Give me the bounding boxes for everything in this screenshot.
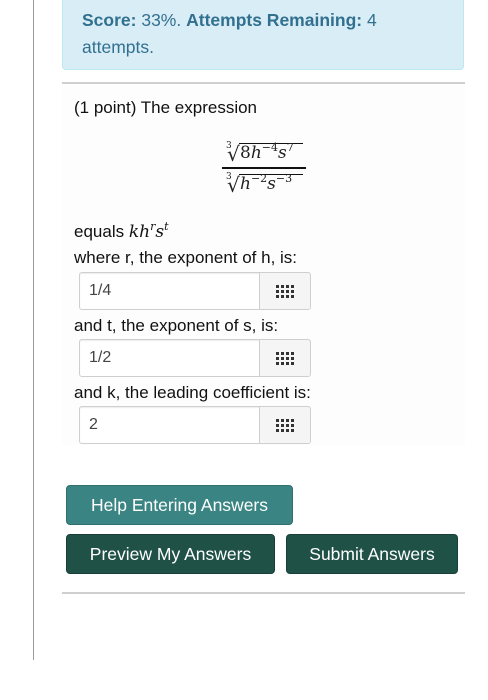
attempts-label: Attempts Remaining:: [186, 10, 363, 30]
grid-icon[interactable]: [276, 418, 294, 432]
left-border: [33, 0, 34, 660]
grid-icon[interactable]: [276, 284, 294, 298]
divider-bottom: [62, 592, 465, 594]
answer-form: khrst: [128, 220, 169, 242]
divider-top: [62, 82, 465, 84]
answer-k-value[interactable]: 2: [89, 416, 98, 434]
grid-icon[interactable]: [276, 351, 294, 365]
attempts-value: 4: [366, 10, 377, 30]
answer-r-value[interactable]: 1/4: [89, 282, 111, 300]
problem-intro: (1 point) The expression: [74, 98, 258, 117]
score-alert: Score: 33%. Attempts Remaining: 4 attemp…: [62, 0, 464, 70]
help-entering-answers-button[interactable]: Help Entering Answers: [66, 485, 293, 525]
question-t: and t, the exponent of s, is:: [74, 316, 279, 335]
denominator: 3 √ h−2s−3: [222, 171, 306, 197]
answer-t-value[interactable]: 1/2: [89, 349, 111, 367]
attempts-unit: attempts.: [82, 37, 154, 57]
score-value: 33%.: [141, 10, 182, 30]
answer-r-input[interactable]: 1/4: [79, 272, 311, 310]
denominator-radical-sign: √: [227, 172, 240, 197]
expression-fraction: 3 √ 8h−4s7 3 √ h−2s−3: [222, 140, 306, 197]
question-r: where r, the exponent of h, is:: [74, 248, 298, 267]
numerator-expression: 8h−4s7: [240, 141, 294, 163]
fraction-bar: [222, 167, 306, 169]
equation-editor-button-k[interactable]: [259, 407, 310, 443]
equals-line: equals khrst: [74, 220, 169, 242]
preview-answers-button[interactable]: Preview My Answers: [66, 534, 275, 574]
answer-k-input[interactable]: 2: [79, 406, 311, 444]
numerator: 3 √ 8h−4s7: [222, 140, 306, 166]
question-k: and k, the leading coefficient is:: [74, 383, 311, 402]
equation-editor-button-t[interactable]: [259, 340, 310, 376]
numerator-radical-sign: √: [227, 142, 240, 166]
equals-text: equals: [74, 222, 125, 241]
submit-answers-button[interactable]: Submit Answers: [286, 534, 458, 574]
equation-editor-button-r[interactable]: [259, 273, 310, 309]
answer-t-input[interactable]: 1/2: [79, 339, 311, 377]
denominator-expression: h−2s−3: [240, 171, 293, 194]
score-label: Score:: [82, 10, 137, 30]
